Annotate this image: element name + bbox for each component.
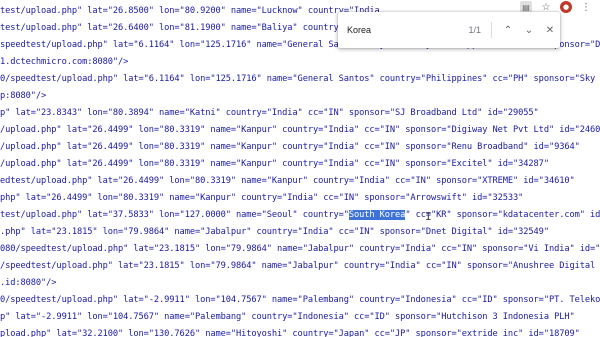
find-in-page-bar: 1/1 ⌃ ⌄ ✕ bbox=[338, 12, 560, 48]
profile-avatar-icon[interactable]: ● bbox=[560, 1, 572, 13]
source-line: pload.php" lat="32.2100" lon="130.7626" … bbox=[0, 329, 580, 337]
source-line: edtest/upload.php" lat="26.4499" lon="80… bbox=[0, 176, 575, 186]
source-line: 0/speedtest/upload.php" lat="6.1164" lon… bbox=[0, 74, 596, 84]
source-line: php" lat="26.4499" lon="80.3319" name="K… bbox=[0, 193, 524, 203]
source-line: /upload.php" lat="26.4499" lon="80.3319"… bbox=[0, 159, 549, 169]
source-line: p" lat="23.8343" lon="80.3894" name="Kat… bbox=[0, 108, 539, 118]
xml-page-viewport: test/upload.php" lat="26.8500" lon="80.9… bbox=[0, 0, 600, 337]
source-line: p" lat="-2.9911" lon="104.7567" name="Pa… bbox=[0, 312, 575, 322]
source-line-text: test/upload.php" lat="37.5833" lon="127.… bbox=[0, 210, 349, 220]
find-input[interactable] bbox=[347, 25, 437, 35]
source-line: 0/speedtest/upload.php" lat="-2.9911" lo… bbox=[0, 295, 600, 305]
source-line: .id:8080"/> bbox=[0, 278, 57, 288]
source-line: test/upload.php" lat="37.5833" lon="127.… bbox=[0, 210, 600, 221]
source-line: 080/speedtest/upload.php" lat="23.1815" … bbox=[0, 244, 600, 254]
source-line: .php" lat="23.1815" lon="79.9864" name="… bbox=[0, 227, 549, 237]
source-line: p:8080"/> bbox=[0, 91, 47, 101]
source-line: /speedtest/upload.php" lat="23.1815" lon… bbox=[0, 261, 600, 271]
source-line: /upload.php" lat="26.4499" lon="80.3319"… bbox=[0, 125, 600, 135]
find-match-count: 1/1 bbox=[468, 25, 481, 35]
find-separator bbox=[491, 22, 492, 38]
chevron-down-icon[interactable]: ⌄ bbox=[520, 21, 538, 39]
close-icon[interactable]: ✕ bbox=[541, 21, 559, 39]
source-line: 1.dctechmicro.com:8080"/> bbox=[0, 57, 129, 67]
source-line-text: " cc="KR" sponsor="kdatacenter.com" id="… bbox=[405, 210, 600, 220]
text-cursor-icon: I bbox=[425, 210, 432, 223]
source-line: /upload.php" lat="26.4499" lon="80.3319"… bbox=[0, 142, 580, 152]
more-menu-icon[interactable]: ⋮ bbox=[580, 1, 592, 13]
chevron-up-icon[interactable]: ⌃ bbox=[499, 21, 517, 39]
find-match-highlight: South Korea bbox=[348, 210, 406, 220]
